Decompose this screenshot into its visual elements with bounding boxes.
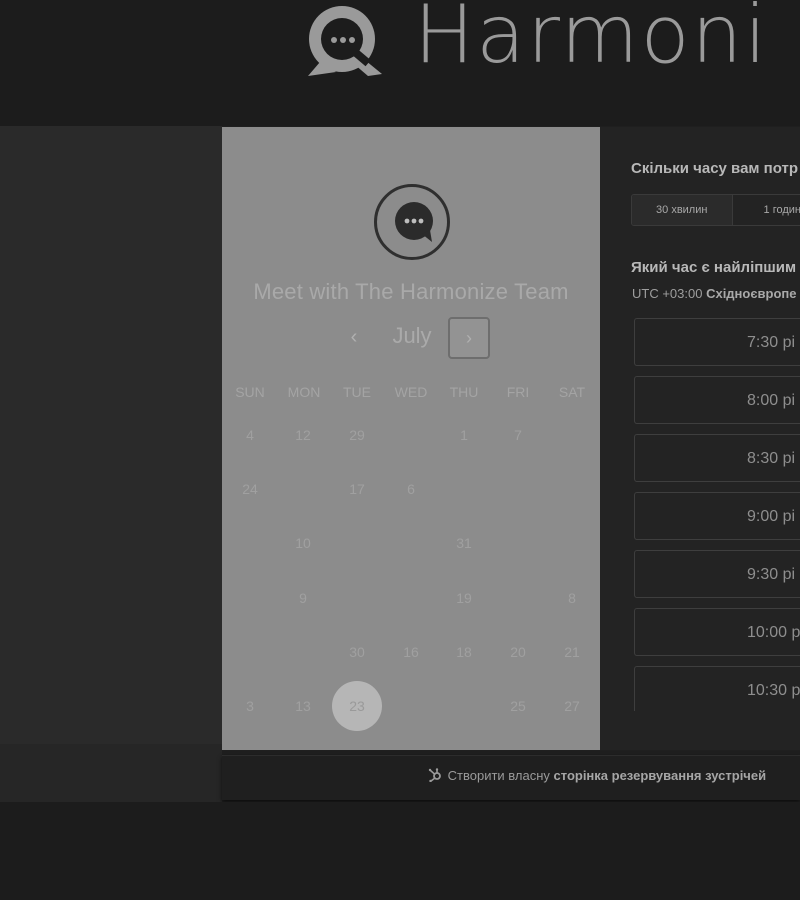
time-slot-button[interactable]: 7:30 pi xyxy=(634,318,800,366)
calendar-day[interactable]: 10 xyxy=(278,518,328,568)
calendar-day[interactable]: 16 xyxy=(386,627,436,677)
calendar-days-grid: 4 12 29 1 7 24 17 6 10 31 9 19 8 30 16 18 20 21 3 13 23 25 27 xyxy=(222,417,600,747)
top-header: Harmoni xyxy=(0,0,800,126)
footer-text-bold: сторінка резервування зустрічей xyxy=(553,768,767,783)
weekday-thu: THU xyxy=(449,384,479,400)
host-avatar xyxy=(374,184,450,260)
time-slot-button[interactable]: 9:30 pi xyxy=(634,550,800,598)
time-slot-label: 8:00 pi xyxy=(747,392,796,409)
calendar-day[interactable]: 17 xyxy=(332,464,382,514)
calendar-day[interactable]: 12 xyxy=(278,410,328,460)
page-bottom-background xyxy=(0,802,800,900)
calendar-day-selected[interactable]: 23 xyxy=(332,681,382,731)
time-slot-label: 10:00 p xyxy=(747,624,800,641)
chevron-left-icon: ‹ xyxy=(350,325,358,348)
time-slot-label: 9:00 pi xyxy=(747,508,796,525)
time-slot-label: 7:30 pi xyxy=(747,334,796,351)
chat-bubble-logo-icon xyxy=(308,6,382,76)
duration-option-30-min[interactable]: 30 хвилин xyxy=(632,195,733,225)
footer-bar: Створити власну сторінка резервування зу… xyxy=(222,755,800,800)
time-slot-list: 7:30 pi 8:00 pi 8:30 pi 9:00 pi 9:30 pi 10:00… xyxy=(634,318,800,711)
weekday-header: SUN MON TUE WED THU FRI SAT xyxy=(222,384,600,404)
time-slot-button[interactable]: 8:00 pi xyxy=(634,376,800,424)
time-slot-button[interactable]: 10:00 p xyxy=(634,608,800,656)
weekday-mon: MON xyxy=(287,384,321,400)
duration-option-1-hour[interactable]: 1 годин xyxy=(733,195,800,225)
calendar-day[interactable]: 21 xyxy=(547,627,597,677)
calendar-day[interactable]: 7 xyxy=(493,410,543,460)
time-question: Який час є найліпшим xyxy=(631,259,797,276)
weekday-tue: TUE xyxy=(343,384,371,400)
calendar-day[interactable]: 13 xyxy=(278,681,328,731)
calendar-day[interactable]: 19 xyxy=(439,573,489,623)
calendar-panel: Meet with The Harmonize Team ‹ July › SU… xyxy=(222,127,600,750)
chat-bubble-icon xyxy=(395,202,433,242)
time-slot-button[interactable]: 9:00 pi xyxy=(634,492,800,540)
time-slot-button[interactable]: 10:30 p xyxy=(634,666,800,711)
chevron-right-icon: › xyxy=(466,327,472,348)
create-booking-page-link[interactable]: Створити власну сторінка резервування зу… xyxy=(428,768,766,783)
time-slot-button[interactable]: 8:30 pi xyxy=(634,434,800,482)
calendar-day[interactable]: 8 xyxy=(547,573,597,623)
time-slot-label: 8:30 pi xyxy=(747,450,796,467)
meeting-title: Meet with The Harmonize Team xyxy=(253,279,569,304)
calendar-day[interactable]: 1 xyxy=(439,410,489,460)
calendar-day[interactable]: 18 xyxy=(439,627,489,677)
calendar-day[interactable]: 25 xyxy=(493,681,543,731)
month-navigation: ‹ July › xyxy=(222,317,600,359)
footer-text: Створити власну xyxy=(447,768,550,783)
weekday-fri: FRI xyxy=(506,384,530,400)
calendar-day[interactable]: 6 xyxy=(386,464,436,514)
calendar-day[interactable]: 31 xyxy=(439,518,489,568)
calendar-day[interactable]: 20 xyxy=(493,627,543,677)
previous-month-button[interactable]: ‹ xyxy=(338,317,370,357)
next-month-button[interactable]: › xyxy=(448,317,490,359)
weekday-sun: SUN xyxy=(235,384,265,400)
calendar-day[interactable]: 9 xyxy=(278,573,328,623)
timezone-offset: UTC +03:00 xyxy=(632,286,703,301)
booking-panel: Скільки часу вам потр 30 хвилин 1 годин … xyxy=(600,127,800,750)
calendar-day[interactable]: 4 xyxy=(225,410,275,460)
calendar-day[interactable]: 24 xyxy=(225,464,275,514)
calendar-day[interactable]: 27 xyxy=(547,681,597,731)
timezone-name: Східноєвропе xyxy=(706,286,797,301)
calendar-day[interactable]: 30 xyxy=(332,627,382,677)
duration-selector: 30 хвилин 1 годин xyxy=(631,194,800,226)
calendar-day[interactable]: 29 xyxy=(332,410,382,460)
weekday-sat: SAT xyxy=(558,384,586,400)
brand-name: Harmoni xyxy=(414,0,769,81)
left-background xyxy=(0,126,222,801)
weekday-wed: WED xyxy=(394,384,428,400)
calendar-day[interactable]: 3 xyxy=(225,681,275,731)
month-label: July xyxy=(392,323,432,348)
duration-question: Скільки часу вам потр xyxy=(631,160,799,177)
time-slot-label: 9:30 pi xyxy=(747,566,796,583)
sprocket-icon xyxy=(428,768,441,782)
timezone-label[interactable]: UTC +03:00 Східноєвропе xyxy=(632,286,797,301)
time-slot-label: 10:30 p xyxy=(747,682,800,699)
left-background-bottom xyxy=(0,744,222,802)
